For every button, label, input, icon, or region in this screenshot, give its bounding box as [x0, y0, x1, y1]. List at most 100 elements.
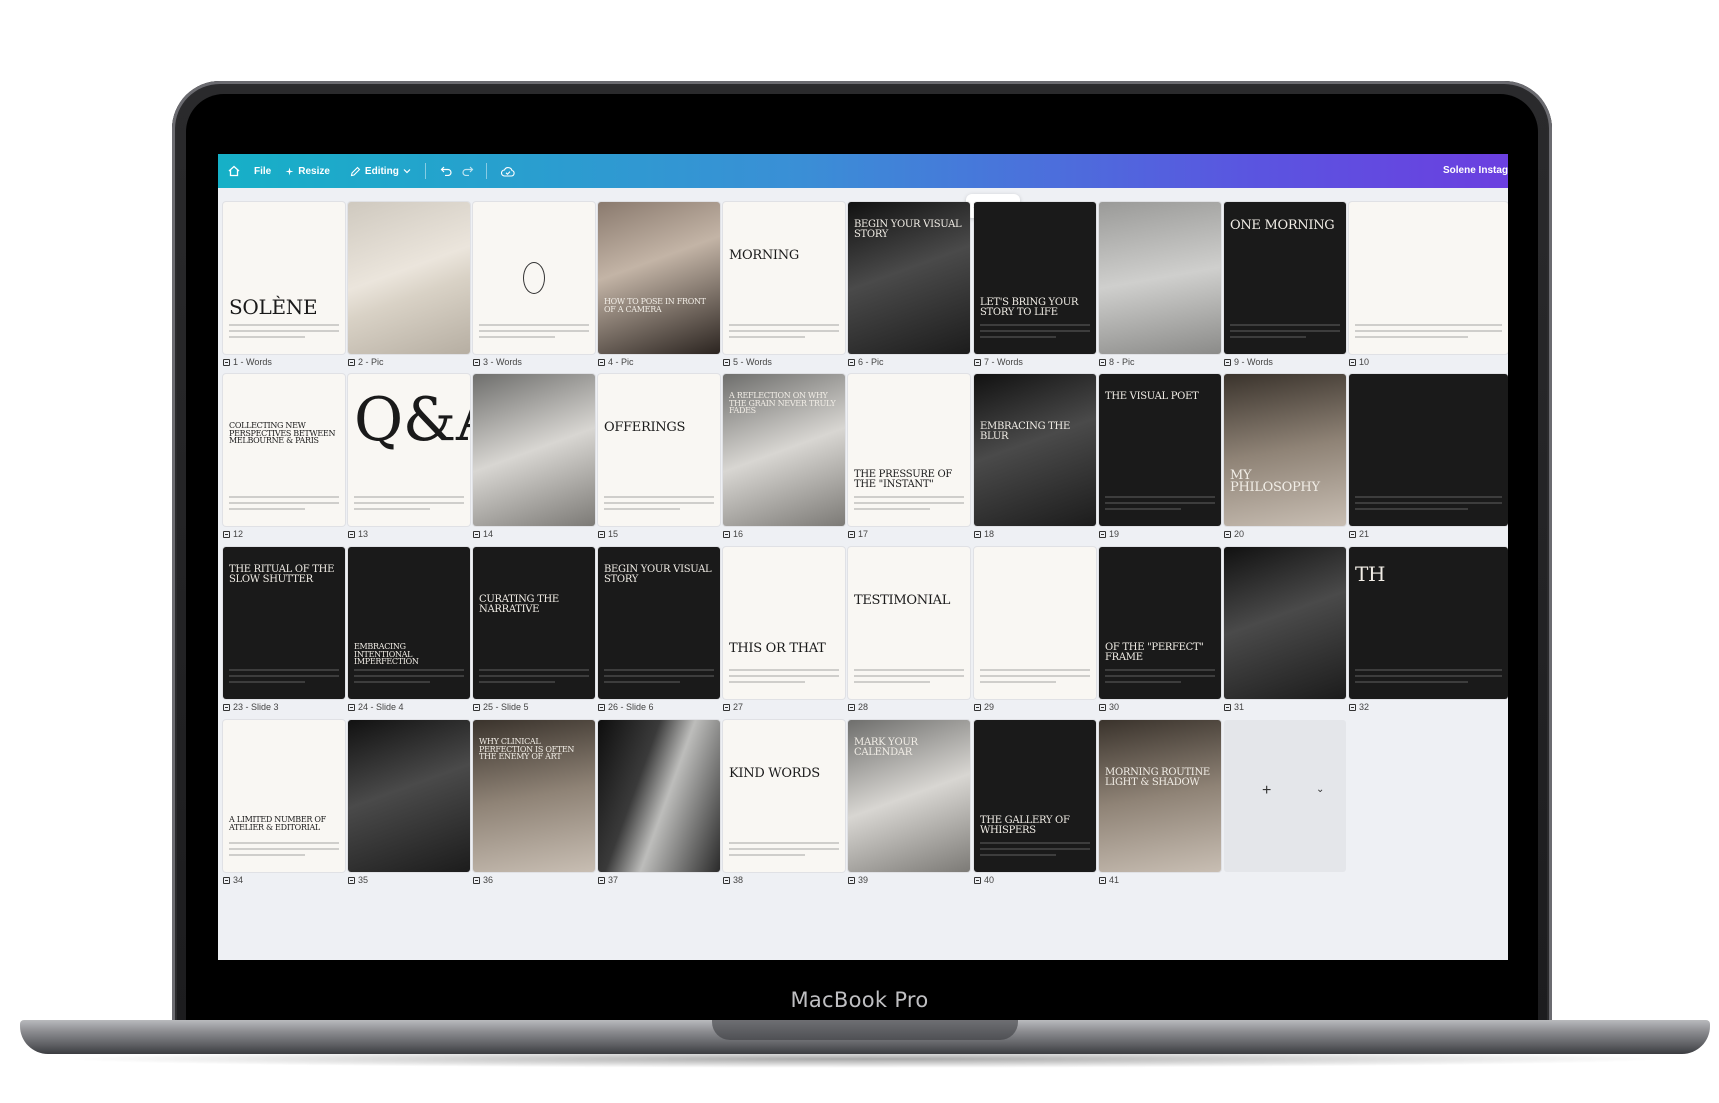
page-comment-icon [1099, 358, 1106, 366]
text-line [1105, 681, 1181, 683]
page-thumbnail[interactable] [1224, 547, 1346, 699]
text-line [729, 842, 839, 844]
page-caption-label: 5 - Words [733, 357, 772, 367]
resize-button[interactable]: Resize [285, 166, 330, 177]
page-thumbnail[interactable]: SOLÈNE [223, 202, 345, 354]
page-heading: EMBRACING THE BLUR [980, 421, 1070, 442]
page-thumbnail[interactable] [348, 720, 470, 872]
page-caption-label: 38 [733, 875, 744, 885]
page-thumbnail[interactable]: THE GALLERY OF WHISPERS [974, 720, 1096, 872]
page-thumbnail[interactable] [348, 202, 470, 354]
page-comment-icon [848, 358, 855, 366]
page-caption: 12 [223, 529, 243, 539]
file-menu-button[interactable]: File [254, 166, 271, 177]
page-heading: HOW TO POSE IN FRONT OF A CAMERA [604, 297, 706, 314]
page-heading: A LIMITED NUMBER OF ATELIER & EDITORIAL [229, 815, 326, 832]
page-thumbnail[interactable]: MORNING [723, 202, 845, 354]
page-comment-icon [348, 703, 355, 711]
page-thumbnail[interactable]: THIS OR THAT [723, 547, 845, 699]
page-heading: THIS OR THAT [729, 641, 826, 656]
text-line [1105, 496, 1215, 498]
page-caption: 30 [1099, 702, 1119, 712]
page-comment-icon [473, 530, 480, 538]
page-thumbnail[interactable]: OF THE "PERFECT" FRAME [1099, 547, 1221, 699]
chevron-down-icon[interactable]: ⌄ [1316, 784, 1324, 795]
page-heading: MY PHILOSOPHY [1230, 468, 1320, 496]
text-line [1355, 496, 1502, 498]
page-thumbnail[interactable]: A REFLECTION ON WHY THE GRAIN NEVER TRUL… [723, 374, 845, 526]
page-caption: 35 [348, 875, 368, 885]
design-title[interactable]: Solene Instag [1443, 165, 1508, 176]
page-comment-icon [848, 876, 855, 884]
text-line [229, 675, 339, 677]
redo-icon [462, 166, 474, 176]
text-line [229, 336, 305, 338]
canva-screen: File Resize Editing Solene Instag SOLÈNE… [218, 154, 1508, 960]
page-caption: 31 [1224, 702, 1244, 712]
page-heading: COLLECTING NEW PERSPECTIVES BETWEEN MELB… [229, 421, 336, 446]
text-line [980, 336, 1056, 338]
page-thumbnail[interactable]: LET'S BRING YOUR STORY TO LIFE [974, 202, 1096, 354]
page-thumbnail[interactable]: EMBRACING THE BLUR [974, 374, 1096, 526]
page-thumbnail[interactable]: KIND WORDS [723, 720, 845, 872]
cloud-save-button[interactable] [500, 166, 515, 177]
page-caption-label: 19 [1109, 529, 1120, 539]
page-heading: OFFERINGS [604, 420, 686, 435]
page-heading: Q&A [354, 385, 470, 455]
home-button[interactable] [228, 165, 240, 177]
page-thumbnail[interactable]: THE RITUAL OF THE SLOW SHUTTER [223, 547, 345, 699]
page-thumbnail[interactable] [1099, 202, 1221, 354]
page-thumbnail[interactable]: TH [1349, 547, 1508, 699]
page-thumbnail[interactable]: MY PHILOSOPHY [1224, 374, 1346, 526]
page-caption-label: 6 - Pic [858, 357, 884, 367]
page-thumbnail[interactable]: HOW TO POSE IN FRONT OF A CAMERA [598, 202, 720, 354]
page-thumbnail[interactable] [1349, 374, 1508, 526]
page-comment-icon [848, 703, 855, 711]
text-line [854, 502, 964, 504]
page-thumbnail[interactable] [974, 547, 1096, 699]
page-comment-icon [1224, 358, 1231, 366]
page-heading: MARK YOUR CALENDAR [854, 737, 918, 758]
editing-mode-dropdown[interactable]: Editing [350, 166, 411, 177]
page-caption-label: 23 - Slide 3 [233, 702, 279, 712]
page-thumbnail[interactable]: WHY CLINICAL PERFECTION IS OFTEN THE ENE… [473, 720, 595, 872]
page-caption: 26 - Slide 6 [598, 702, 654, 712]
page-thumbnail[interactable]: A LIMITED NUMBER OF ATELIER & EDITORIAL [223, 720, 345, 872]
page-thumbnail[interactable]: MARK YOUR CALENDAR [848, 720, 970, 872]
page-thumbnail[interactable]: OFFERINGS [598, 374, 720, 526]
undo-button[interactable] [440, 166, 452, 176]
page-thumbnail[interactable] [598, 720, 720, 872]
page-thumbnail[interactable]: THE VISUAL POET [1099, 374, 1221, 526]
page-comment-icon [1099, 530, 1106, 538]
page-thumbnail[interactable]: BEGIN YOUR VISUAL STORY [598, 547, 720, 699]
page-thumbnail[interactable] [473, 374, 595, 526]
page-thumbnail[interactable]: CURATING THE NARRATIVE [473, 547, 595, 699]
page-comment-icon [1349, 703, 1356, 711]
page-caption-label: 1 - Words [233, 357, 272, 367]
redo-button[interactable] [462, 166, 474, 176]
text-line [980, 842, 1090, 844]
page-comment-icon [974, 876, 981, 884]
page-heading: A REFLECTION ON WHY THE GRAIN NEVER TRUL… [729, 391, 836, 416]
page-thumbnail[interactable]: EMBRACING INTENTIONAL IMPERFECTION [348, 547, 470, 699]
add-page-button[interactable]: + ⌄ [1224, 720, 1346, 872]
page-caption: 10 [1349, 357, 1369, 367]
page-thumbnail[interactable]: BEGIN YOUR VISUAL STORY [848, 202, 970, 354]
page-thumbnail[interactable]: TESTIMONIAL [848, 547, 970, 699]
page-caption: 4 - Pic [598, 357, 634, 367]
page-thumbnail[interactable]: THE PRESSURE OF THE "INSTANT" [848, 374, 970, 526]
page-comment-icon [974, 358, 981, 366]
text-line [1230, 330, 1340, 332]
text-line [604, 681, 680, 683]
page-heading: MORNING ROUTINE LIGHT & SHADOW [1105, 767, 1210, 788]
page-thumbnail[interactable] [473, 202, 595, 354]
page-thumbnail[interactable]: COLLECTING NEW PERSPECTIVES BETWEEN MELB… [223, 374, 345, 526]
page-caption-label: 29 [984, 702, 995, 712]
page-thumbnail[interactable] [1349, 202, 1508, 354]
page-thumbnail[interactable]: ONE MORNING [1224, 202, 1346, 354]
page-thumbnail[interactable]: Q&A [348, 374, 470, 526]
page-thumbnail[interactable]: MORNING ROUTINE LIGHT & SHADOW [1099, 720, 1221, 872]
text-line [854, 669, 964, 671]
editor-toolbar: File Resize Editing Solene Instag [218, 154, 1508, 188]
text-line [1230, 336, 1306, 338]
